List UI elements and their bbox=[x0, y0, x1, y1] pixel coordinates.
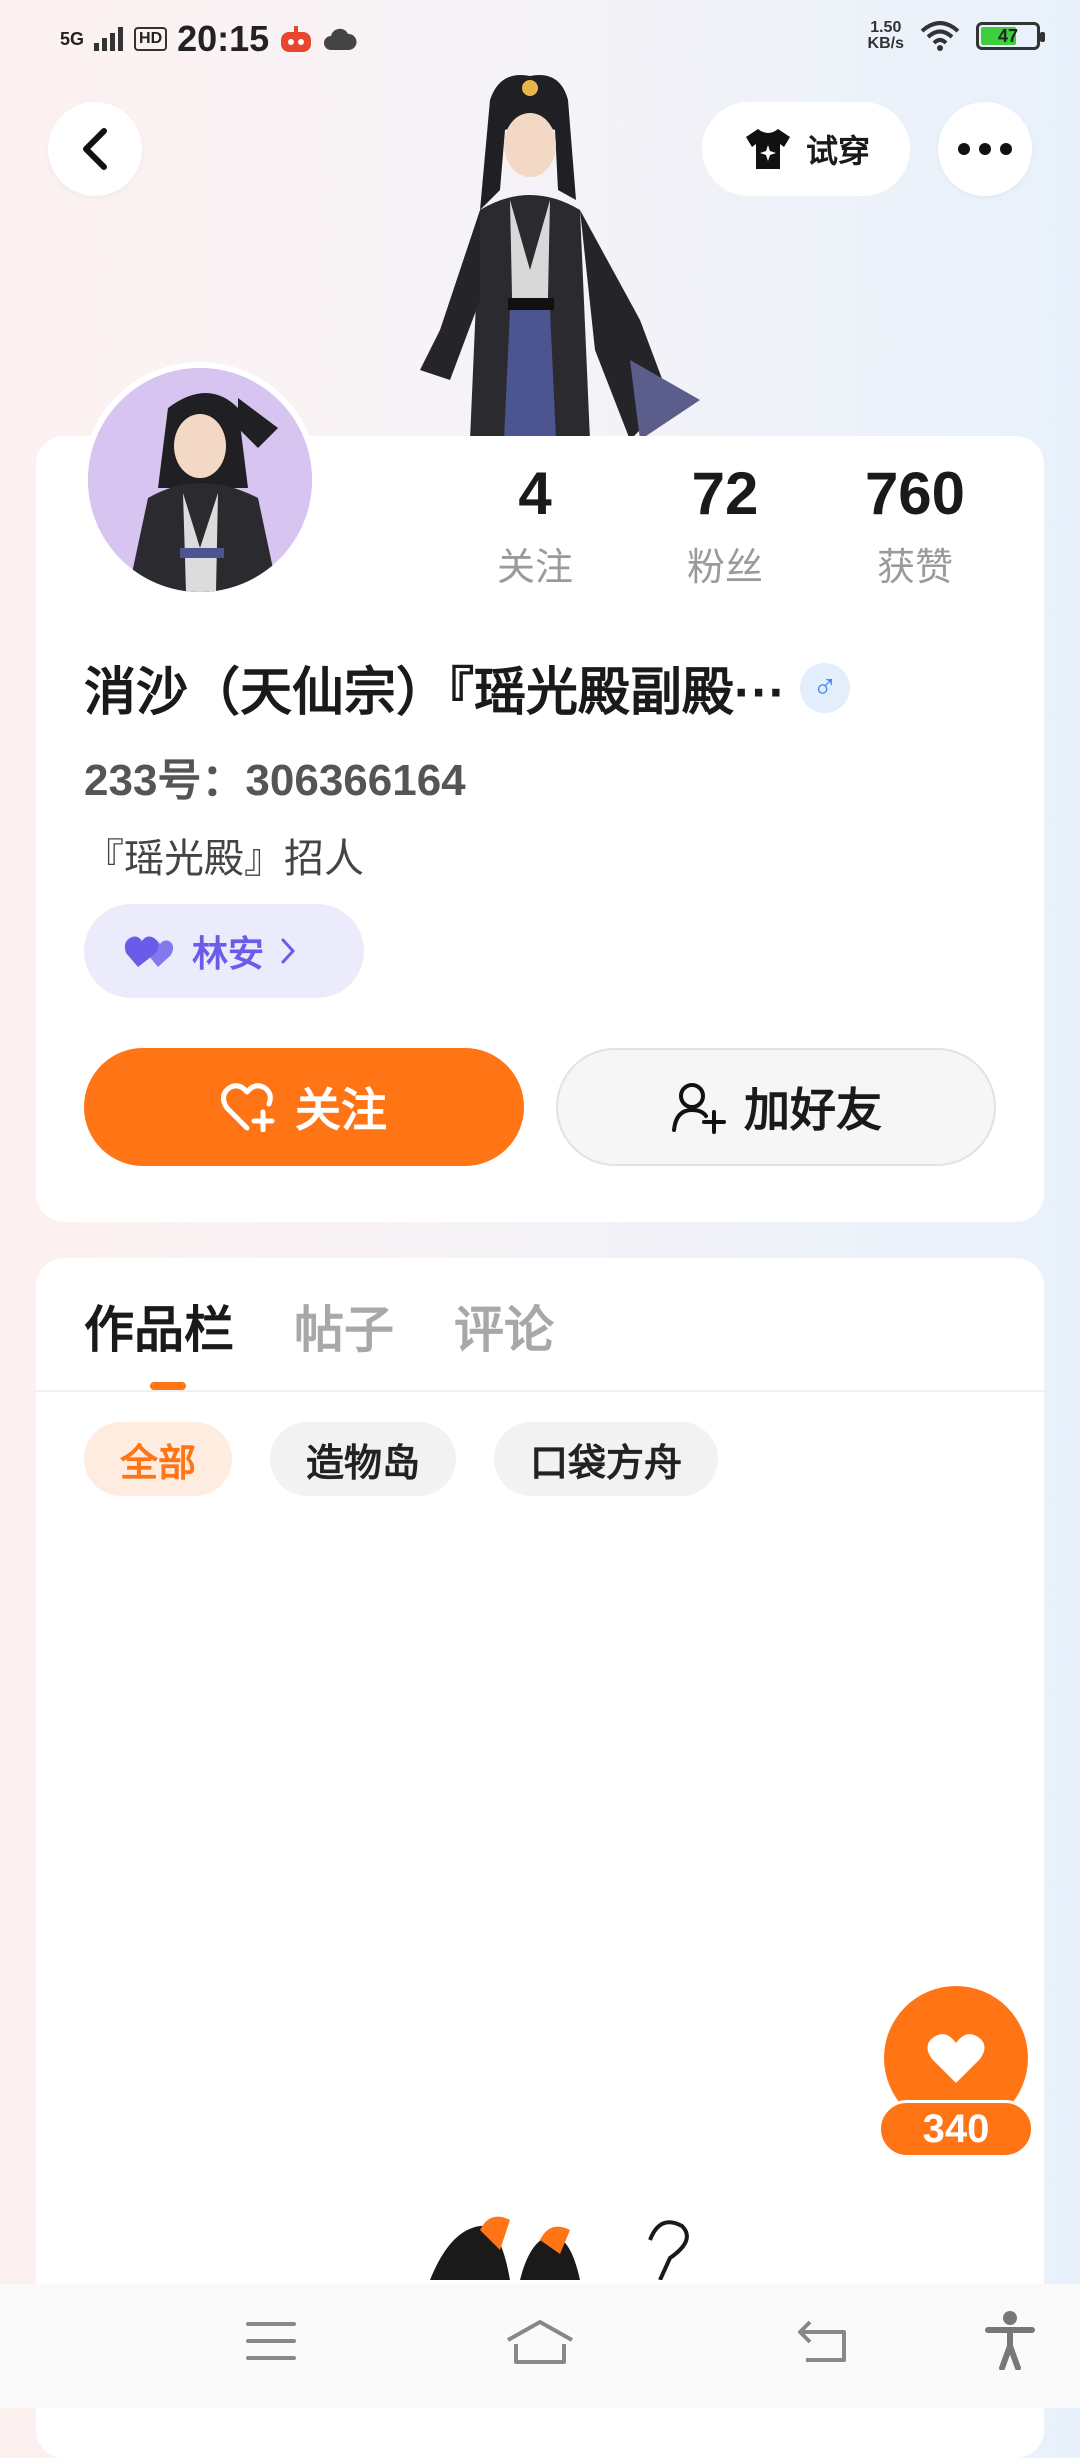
accessibility-icon[interactable] bbox=[984, 2310, 1036, 2370]
heart-plus-icon bbox=[221, 1083, 275, 1132]
hd-badge: HD bbox=[134, 27, 168, 51]
cloud-icon bbox=[324, 28, 357, 50]
avatar-image bbox=[88, 368, 312, 592]
follow-button[interactable]: 关注 bbox=[84, 1048, 524, 1166]
signal-label: 5G bbox=[60, 29, 85, 49]
avatar[interactable] bbox=[82, 362, 318, 598]
tab-comments[interactable]: 评论 bbox=[454, 1290, 554, 1362]
stat-label: 关注 bbox=[496, 547, 573, 589]
add-user-icon bbox=[672, 1083, 726, 1134]
try-on-button[interactable]: 试穿 bbox=[702, 102, 910, 196]
back-button[interactable] bbox=[48, 102, 142, 196]
chevron-right-icon bbox=[281, 938, 296, 964]
user-bio: 『瑶光殿』招人 bbox=[84, 837, 364, 881]
status-right: 1.50 KB/s 47 bbox=[868, 20, 1045, 52]
like-count: 340 bbox=[878, 2100, 1034, 2158]
add-friend-button[interactable]: 加好友 bbox=[556, 1048, 996, 1166]
empty-state-illustration bbox=[430, 2216, 689, 2280]
stat-value: 4 bbox=[518, 460, 552, 527]
back-nav-icon[interactable] bbox=[796, 2318, 850, 2364]
stat-fans[interactable]: 72 粉丝 bbox=[630, 462, 820, 591]
tab-posts[interactable]: 帖子 bbox=[294, 1290, 394, 1362]
system-nav-bar bbox=[0, 2284, 1080, 2408]
filter-chips: 全部 造物岛 口袋方舟 bbox=[84, 1422, 719, 1496]
wifi-icon bbox=[920, 21, 960, 51]
character-banner bbox=[420, 75, 700, 440]
content-tabs: 作品栏 帖子 评论 bbox=[84, 1290, 554, 1362]
tshirt-icon bbox=[745, 129, 790, 169]
tabs-divider bbox=[36, 1390, 1044, 1392]
notification-app-icon bbox=[281, 26, 312, 52]
tab-works[interactable]: 作品栏 bbox=[84, 1290, 234, 1362]
try-on-label: 试穿 bbox=[805, 133, 870, 169]
male-gender-icon: ♂ bbox=[799, 662, 850, 713]
user-name: 消沙（天仙宗）『瑶光殿副殿··· bbox=[84, 664, 786, 722]
status-left: 5G HD 20:15 bbox=[60, 18, 357, 60]
more-dots-icon bbox=[958, 143, 1012, 155]
stat-likes[interactable]: 760 获赞 bbox=[820, 462, 1010, 591]
tab-indicator bbox=[150, 1382, 186, 1390]
status-bar: 5G HD 20:15 1.50 KB/s 47 bbox=[0, 0, 1080, 80]
battery-icon: 47 bbox=[976, 22, 1045, 50]
net-speed-unit: KB/s bbox=[867, 35, 904, 52]
follow-label: 关注 bbox=[295, 1084, 387, 1136]
profile-stats: 4 关注 72 粉丝 760 获赞 bbox=[440, 462, 1010, 591]
battery-level: 47 bbox=[997, 26, 1019, 46]
stat-value: 72 bbox=[691, 460, 759, 527]
stat-following[interactable]: 4 关注 bbox=[440, 462, 630, 591]
heart-icon bbox=[927, 2034, 985, 2083]
more-button[interactable] bbox=[938, 102, 1032, 196]
clock: 20:15 bbox=[177, 18, 270, 59]
chip-creation-island[interactable]: 造物岛 bbox=[270, 1422, 457, 1496]
stat-label: 粉丝 bbox=[686, 547, 763, 589]
user-id: 233号：306366164 bbox=[84, 756, 466, 805]
partner-name: 林安 bbox=[192, 933, 265, 974]
name-row: 消沙（天仙宗）『瑶光殿副殿··· ♂ bbox=[84, 650, 1004, 725]
chip-all[interactable]: 全部 bbox=[84, 1422, 233, 1496]
partner-badge[interactable]: 林安 bbox=[84, 904, 364, 998]
add-friend-label: 加好友 bbox=[744, 1084, 882, 1136]
chip-pocket-ark[interactable]: 口袋方舟 bbox=[494, 1422, 719, 1496]
home-icon[interactable] bbox=[504, 2318, 576, 2366]
stat-value: 760 bbox=[864, 460, 966, 527]
stat-label: 获赞 bbox=[876, 547, 953, 589]
double-heart-icon bbox=[124, 936, 174, 967]
signal-icon bbox=[94, 27, 124, 51]
net-speed-value: 1.50 bbox=[870, 19, 902, 36]
menu-icon[interactable] bbox=[244, 2318, 298, 2364]
net-speed: 1.50 KB/s bbox=[868, 20, 904, 52]
chevron-left-icon bbox=[83, 128, 107, 170]
